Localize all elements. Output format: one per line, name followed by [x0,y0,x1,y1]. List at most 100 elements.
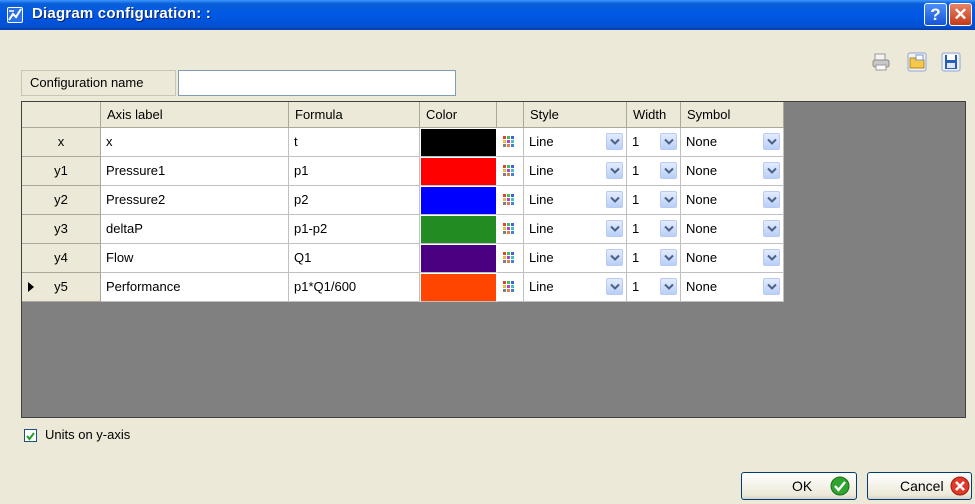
axis-label-cell[interactable]: deltaP [101,215,289,244]
symbol-dropdown-chevron-icon[interactable] [763,162,780,179]
checkmark-icon [26,432,35,441]
color-palette-icon[interactable] [503,136,515,148]
style-combo[interactable]: Line [524,186,627,215]
configuration-name-label: Configuration name [21,70,176,96]
symbol-combo[interactable]: None [681,128,784,157]
color-swatch[interactable] [420,273,497,302]
width-dropdown-chevron-icon[interactable] [660,162,677,179]
formula-cell[interactable]: Q1 [289,244,420,273]
style-dropdown-chevron-icon[interactable] [606,162,623,179]
print-icon[interactable] [871,52,891,72]
row-header[interactable]: y4 [22,244,101,273]
symbol-dropdown-chevron-icon[interactable] [763,249,780,266]
width-dropdown-chevron-icon[interactable] [660,191,677,208]
units-checkbox[interactable] [24,429,37,442]
axis-label-cell[interactable]: Flow [101,244,289,273]
palette-cell[interactable] [497,273,524,302]
axis-label-cell[interactable]: Performance [101,273,289,302]
palette-cell[interactable] [497,186,524,215]
ok-button[interactable]: OK [741,472,857,500]
formula-cell[interactable]: p2 [289,186,420,215]
row-header[interactable]: y2 [22,186,101,215]
symbol-combo[interactable]: None [681,273,784,302]
palette-cell[interactable] [497,157,524,186]
symbol-dropdown-chevron-icon[interactable] [763,220,780,237]
axis-label-cell[interactable]: Pressure2 [101,186,289,215]
style-combo[interactable]: Line [524,273,627,302]
width-combo[interactable]: 1 [627,273,681,302]
palette-cell[interactable] [497,128,524,157]
color-swatch[interactable] [420,157,497,186]
symbol-combo[interactable]: None [681,215,784,244]
color-palette-icon[interactable] [503,194,515,206]
color-palette-icon[interactable] [503,281,515,293]
cancel-button[interactable]: Cancel [867,472,972,500]
symbol-dropdown-chevron-icon[interactable] [763,191,780,208]
style-combo[interactable]: Line [524,244,627,273]
width-value: 1 [632,250,640,265]
width-combo[interactable]: 1 [627,128,681,157]
width-combo[interactable]: 1 [627,186,681,215]
close-button[interactable]: ✕ [949,3,972,26]
color-swatch[interactable] [420,128,497,157]
formula-cell[interactable]: p1*Q1/600 [289,273,420,302]
row-header[interactable]: y5 [22,273,101,302]
width-value: 1 [632,192,640,207]
color-swatch[interactable] [420,244,497,273]
row-id: y1 [54,163,68,178]
style-dropdown-chevron-icon[interactable] [606,191,623,208]
save-disk-icon[interactable] [941,52,961,72]
symbol-value: None [686,250,718,265]
width-value: 1 [632,279,640,294]
axis-label-cell[interactable]: Pressure1 [101,157,289,186]
symbol-dropdown-chevron-icon[interactable] [763,133,780,150]
palette-cell[interactable] [497,244,524,273]
configuration-name-input[interactable] [178,70,456,96]
style-combo[interactable]: Line [524,128,627,157]
formula-cell[interactable]: p1 [289,157,420,186]
style-dropdown-chevron-icon[interactable] [606,133,623,150]
symbol-dropdown-chevron-icon[interactable] [763,278,780,295]
color-palette-icon[interactable] [503,252,515,264]
row-header[interactable]: y3 [22,215,101,244]
style-combo[interactable]: Line [524,215,627,244]
palette-cell[interactable] [497,215,524,244]
width-dropdown-chevron-icon[interactable] [660,220,677,237]
row-header[interactable]: y1 [22,157,101,186]
axis-label-cell[interactable]: x [101,128,289,157]
width-dropdown-chevron-icon[interactable] [660,278,677,295]
width-combo[interactable]: 1 [627,157,681,186]
symbol-combo[interactable]: None [681,186,784,215]
color-swatch[interactable] [420,186,497,215]
column-header-axis-label[interactable]: Axis label [101,102,289,128]
dialog-window: Diagram configuration: : ? ✕ Configurati… [0,0,975,504]
column-header-color[interactable]: Color [420,102,497,128]
style-dropdown-chevron-icon[interactable] [606,249,623,266]
style-dropdown-chevron-icon[interactable] [606,278,623,295]
formula-cell[interactable]: p1-p2 [289,215,420,244]
open-folder-icon[interactable] [907,52,927,72]
color-palette-icon[interactable] [503,223,515,235]
style-value: Line [529,192,554,207]
symbol-combo[interactable]: None [681,157,784,186]
cancel-button-label: Cancel [900,478,944,494]
title-bar[interactable]: Diagram configuration: : ? ✕ [0,0,975,30]
column-header-formula[interactable]: Formula [289,102,420,128]
column-header-symbol[interactable]: Symbol [681,102,784,128]
column-header-width[interactable]: Width [627,102,681,128]
width-dropdown-chevron-icon[interactable] [660,249,677,266]
style-value: Line [529,250,554,265]
color-swatch[interactable] [420,215,497,244]
width-combo[interactable]: 1 [627,244,681,273]
color-palette-icon[interactable] [503,165,515,177]
help-button[interactable]: ? [924,3,947,26]
width-combo[interactable]: 1 [627,215,681,244]
symbol-combo[interactable]: None [681,244,784,273]
style-dropdown-chevron-icon[interactable] [606,220,623,237]
formula-cell[interactable]: t [289,128,420,157]
style-value: Line [529,279,554,294]
column-header-style[interactable]: Style [524,102,627,128]
row-header[interactable]: x [22,128,101,157]
width-dropdown-chevron-icon[interactable] [660,133,677,150]
style-combo[interactable]: Line [524,157,627,186]
